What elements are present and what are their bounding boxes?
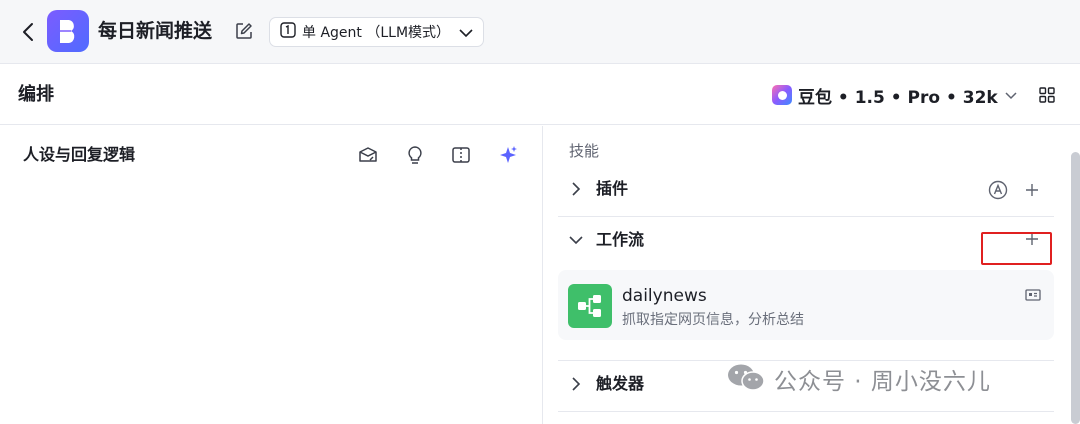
- model-logo: [772, 85, 792, 105]
- wechat-icon: [726, 362, 766, 396]
- workflow-name: dailynews: [622, 286, 707, 306]
- workflow-label: 工作流: [596, 230, 645, 249]
- persona-title: 人设与回复逻辑: [23, 145, 136, 164]
- divider: [558, 411, 1054, 412]
- edit-icon[interactable]: [234, 21, 254, 41]
- model-label: 豆包 • 1.5 • Pro • 32k: [798, 87, 998, 108]
- plugins-label: 插件: [596, 179, 629, 198]
- lightbulb-icon[interactable]: [404, 144, 426, 166]
- watermark-text: 公众号 · 周小没六儿: [774, 369, 991, 395]
- workflow-item[interactable]: dailynews 抓取指定网页信息，分析总结: [558, 270, 1054, 340]
- app-logo: [47, 10, 89, 52]
- chevron-right-icon: [568, 181, 584, 197]
- scrollbar[interactable]: [1071, 152, 1080, 424]
- top-bar: 每日新闻推送 单 Agent （LLM模式）: [0, 0, 1080, 64]
- auto-plugin-icon[interactable]: [988, 180, 1008, 200]
- trigger-label: 触发器: [596, 374, 645, 393]
- workflow-row[interactable]: 工作流: [558, 217, 1054, 267]
- chevron-right-icon: [568, 376, 584, 392]
- chevron-down-icon: [568, 232, 584, 248]
- agent-mode-label: 单 Agent （LLM模式）: [302, 25, 451, 41]
- layout-grid-icon[interactable]: [1037, 85, 1057, 105]
- arrange-bar: 编排 豆包 • 1.5 • Pro • 32k: [0, 65, 1080, 125]
- chevron-down-icon: [1004, 86, 1018, 105]
- watermark: 公众号 · 周小没六儿: [726, 362, 991, 396]
- workflow-icon: [568, 284, 612, 328]
- chevron-down-icon: [459, 23, 473, 42]
- section-title: 编排: [18, 84, 54, 105]
- workflow-detail-icon[interactable]: [1024, 288, 1042, 302]
- agent-mode-select[interactable]: 单 Agent （LLM模式）: [269, 17, 484, 47]
- persona-panel: 人设与回复逻辑: [0, 126, 543, 424]
- ai-sparkle-icon[interactable]: [497, 144, 519, 166]
- prompt-library-icon[interactable]: [357, 144, 379, 166]
- workflow-description: 抓取指定网页信息，分析总结: [622, 312, 804, 328]
- agent-mode-icon: [280, 22, 296, 42]
- split-view-icon[interactable]: [450, 144, 472, 166]
- app-title: 每日新闻推送: [98, 20, 213, 42]
- model-select[interactable]: 豆包 • 1.5 • Pro • 32k: [772, 82, 1018, 108]
- plugins-row[interactable]: 插件: [558, 166, 1054, 216]
- back-icon[interactable]: [18, 18, 38, 46]
- skills-label: 技能: [569, 142, 600, 160]
- highlight-annotation: [981, 232, 1052, 265]
- add-plugin-icon[interactable]: [1022, 180, 1042, 200]
